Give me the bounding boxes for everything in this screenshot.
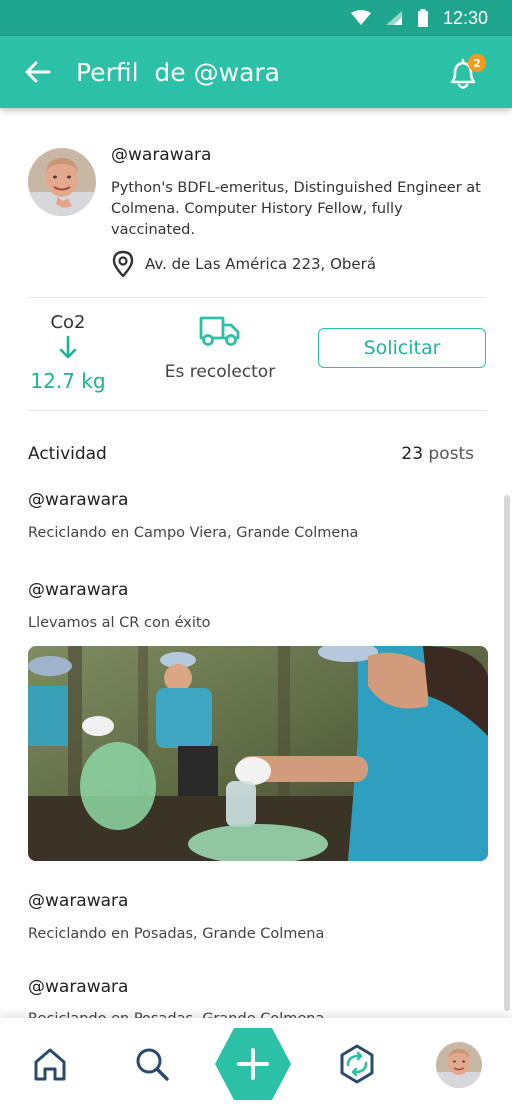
co2-value: 12.7 kg [30,369,106,393]
back-button[interactable] [0,36,76,108]
nav-home-button[interactable] [26,1040,74,1088]
profile-bio: Python's BDFL-emeritus, Distinguished En… [111,180,481,238]
home-icon [34,1048,66,1081]
posts-count-number: 23 [401,444,424,464]
post-user[interactable]: @warawara [28,580,128,600]
page-title: Perfil de @wara [76,57,280,87]
divider [28,410,486,411]
post-user[interactable]: @warawara [28,490,128,510]
post-user[interactable]: @warawara [28,891,128,911]
post-text: Reciclando en Campo Viera, Grande Colmen… [28,525,359,541]
profile-handle: @warawara [111,145,212,165]
co2-stat: Co2 12.7 kg [28,312,108,393]
add-icon [215,1028,291,1100]
battery-icon [417,9,428,27]
divider [28,297,486,298]
bottom-nav [0,1018,512,1109]
post-text: Llevamos al CR con éxito [28,615,211,631]
arrow-down-icon [59,335,77,359]
nav-profile-avatar[interactable] [436,1042,482,1088]
co2-label: Co2 [50,312,86,333]
recolector-label: Es recolector [164,362,276,382]
notifications-button[interactable]: 2 [446,52,486,92]
activity-title: Actividad [28,444,107,464]
location-text: Av. de Las América 223, Oberá [145,255,377,273]
status-time: 12:30 [442,7,488,28]
profile-location: Av. de Las América 223, Oberá [111,250,376,278]
scrollbar[interactable] [504,495,510,1011]
search-icon [136,1048,169,1081]
exchange-icon [340,1044,374,1084]
solicitar-button[interactable]: Solicitar [318,328,486,368]
status-bar: 12:30 [0,0,512,36]
truck-icon [199,316,240,346]
post-image[interactable] [28,646,488,861]
notification-badge: 2 [468,54,486,72]
avatar [28,148,96,216]
post-user[interactable]: @warawara [28,977,128,997]
app-bar: Perfil de @wara 2 [0,36,512,108]
nav-exchange-button[interactable] [333,1040,381,1088]
arrow-left-icon [25,61,51,83]
post-text: Reciclando en Posadas, Grande Colmena [28,926,325,942]
nav-add-button[interactable] [214,1026,292,1102]
location-pin-icon [112,250,134,278]
posts-count: 23 posts [401,444,474,464]
signal-icon [385,11,402,25]
posts-count-label: posts [428,444,474,464]
wifi-icon [350,10,371,25]
nav-search-button[interactable] [128,1040,176,1088]
recolector-stat: Es recolector [160,314,280,382]
